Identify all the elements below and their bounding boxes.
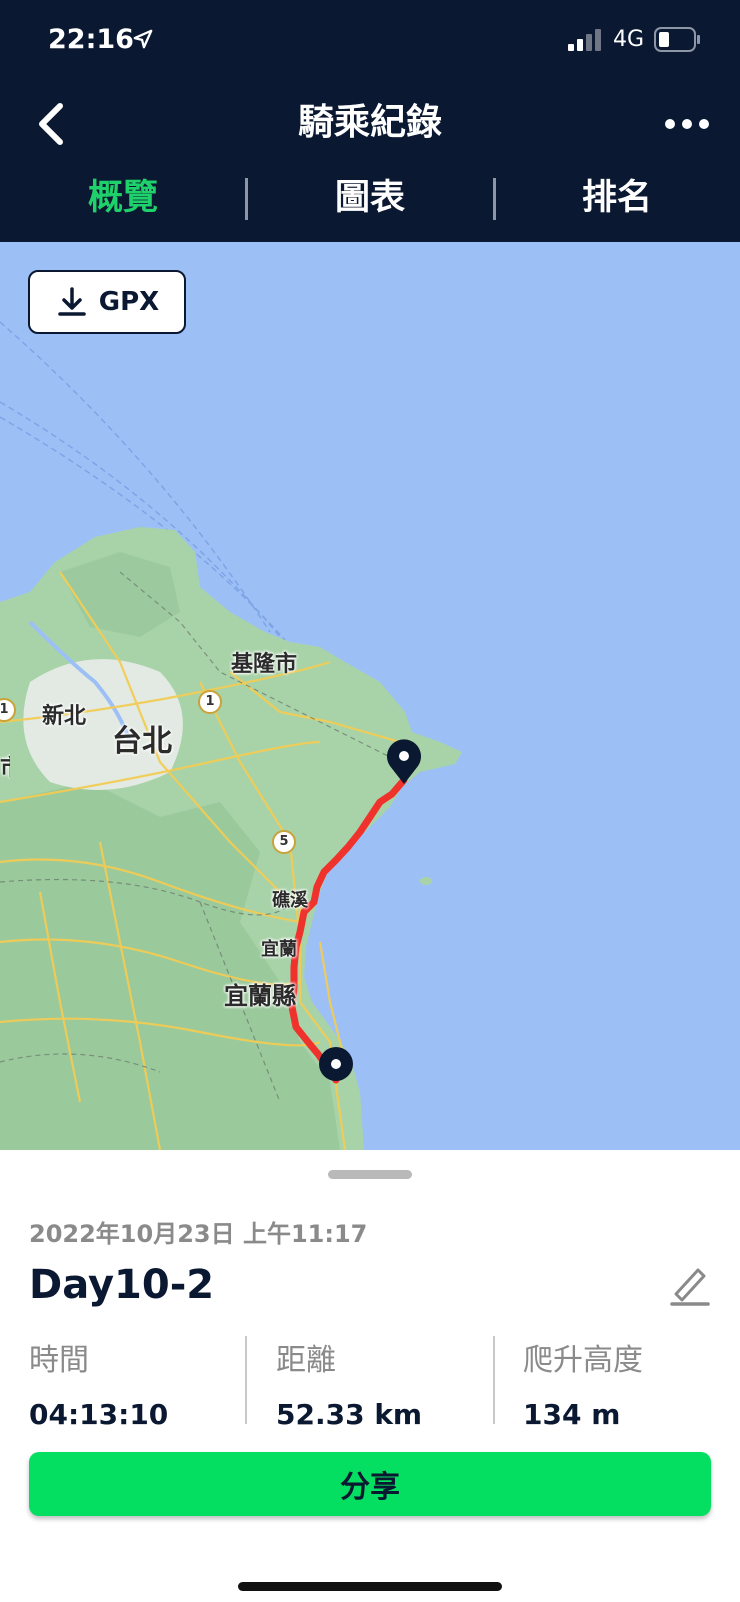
tab-bar: 概覽 圖表 排名 [0, 168, 740, 228]
more-horizontal-icon[interactable] [662, 104, 712, 144]
status-time: 22:16 [48, 24, 134, 55]
stat-value: 134 m [523, 1398, 621, 1431]
map-label-yilan-county: 宜蘭縣 [224, 982, 296, 1010]
network-label: 4G [613, 27, 645, 52]
share-label: 分享 [340, 1470, 400, 1505]
map-label-edge: 市 [0, 750, 10, 782]
status-bar: 22:16 4G [0, 0, 740, 82]
stat-divider [245, 1336, 247, 1424]
ride-title: Day10-2 [29, 1262, 215, 1308]
map-label-yilan: 宜蘭 [261, 939, 297, 960]
stat-duration: 時間 04:13:10 [29, 1340, 229, 1431]
tab-charts[interactable]: 圖表 [247, 168, 493, 228]
tab-overview[interactable]: 概覽 [0, 168, 246, 228]
gpx-label: GPX [98, 287, 160, 317]
map-canvas [0, 321, 462, 1150]
stat-value: 52.33 km [276, 1398, 423, 1431]
map-label-taipei: 台北 [112, 724, 172, 759]
stat-value: 04:13:10 [29, 1398, 169, 1431]
battery-icon [654, 27, 700, 52]
map-label-new-taipei: 新北 [42, 704, 87, 729]
tab-ranking[interactable]: 排名 [494, 168, 740, 228]
stat-divider [493, 1336, 495, 1424]
map-label-jiaoxi: 礁溪 [272, 890, 308, 911]
home-indicator [238, 1582, 502, 1591]
signal-icon [568, 29, 601, 51]
end-marker [319, 1047, 353, 1081]
road-shield: 5 [272, 830, 296, 854]
page-title: 騎乘紀錄 [297, 102, 442, 143]
stat-label: 爬升高度 [523, 1343, 643, 1378]
ride-summary-sheet: 2022年10月23日 上午11:17 Day10-2 時間 04:13:10 … [0, 1150, 740, 1602]
road-shield: 1 [198, 690, 222, 714]
share-button[interactable]: 分享 [29, 1452, 711, 1516]
stat-label: 時間 [29, 1343, 89, 1378]
location-arrow-icon [133, 29, 153, 49]
edit-icon[interactable] [668, 1260, 712, 1308]
stat-distance: 距離 52.33 km [276, 1340, 476, 1431]
gpx-download-button[interactable]: GPX [28, 270, 186, 334]
nav-bar: 騎乘紀錄 概覽 圖表 排名 [0, 82, 740, 242]
route-map[interactable]: GPX 基隆市 新北 台北 市 礁溪 宜蘭 宜蘭縣 1 1 5 [0, 242, 740, 1150]
ride-date: 2022年10月23日 上午11:17 [29, 1220, 368, 1248]
stat-label: 距離 [276, 1343, 336, 1378]
stat-elevation: 爬升高度 134 m [523, 1340, 723, 1431]
map-label-keelung: 基隆市 [231, 652, 298, 677]
sheet-handle[interactable] [328, 1170, 412, 1179]
download-icon [58, 287, 86, 316]
